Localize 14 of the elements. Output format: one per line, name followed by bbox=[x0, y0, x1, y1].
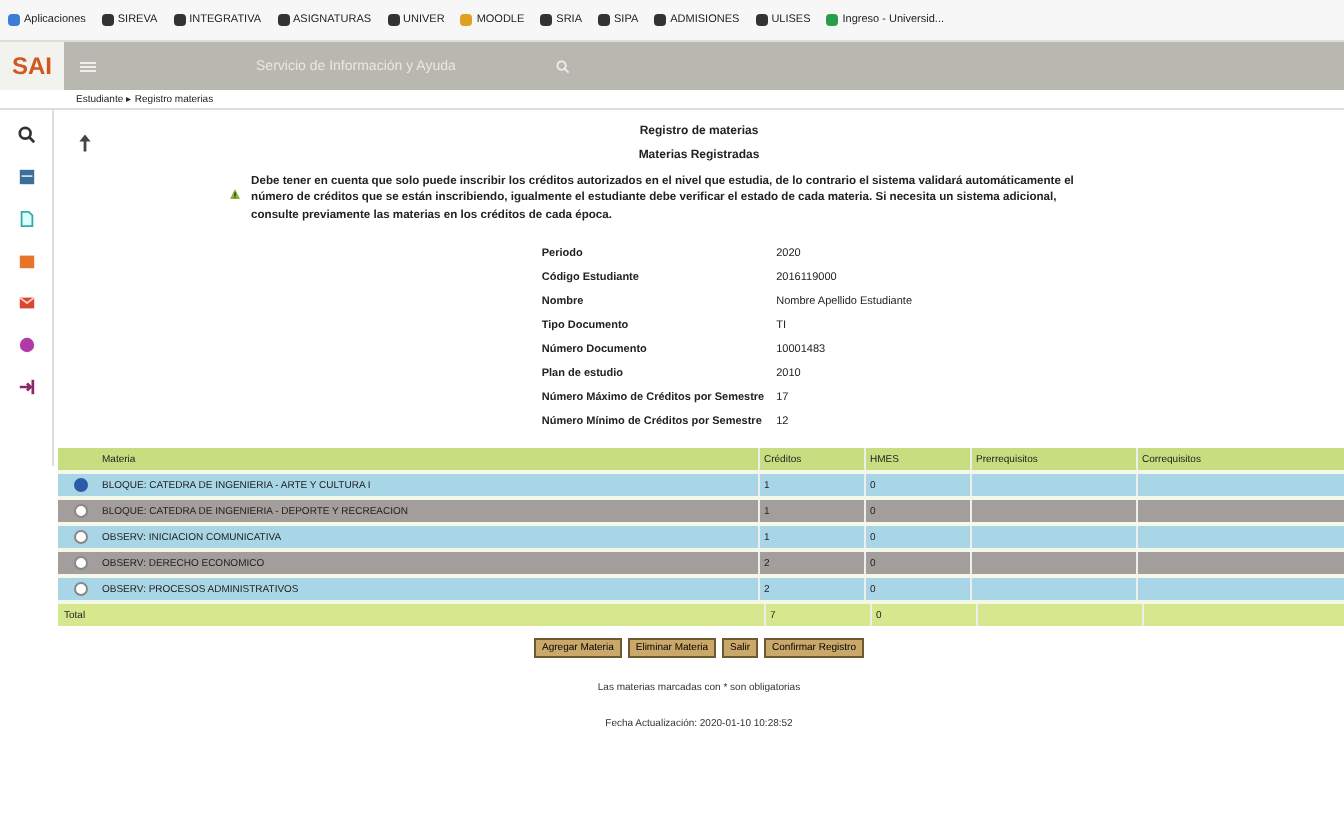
envelope-icon[interactable] bbox=[17, 294, 35, 312]
circle-icon[interactable] bbox=[17, 336, 35, 354]
calendar-icon[interactable] bbox=[17, 168, 35, 186]
search-icon[interactable] bbox=[17, 126, 35, 144]
folder-icon[interactable] bbox=[17, 252, 35, 270]
row-radio[interactable] bbox=[73, 504, 87, 519]
row-radio[interactable] bbox=[73, 582, 87, 597]
row-radio[interactable] bbox=[73, 530, 87, 545]
exit-icon[interactable] bbox=[17, 378, 35, 396]
pin-icon[interactable] bbox=[78, 134, 92, 152]
document-icon[interactable] bbox=[17, 210, 35, 228]
row-radio[interactable] bbox=[73, 556, 87, 571]
row-radio[interactable] bbox=[73, 478, 87, 493]
app-logo: SAI bbox=[0, 42, 65, 90]
